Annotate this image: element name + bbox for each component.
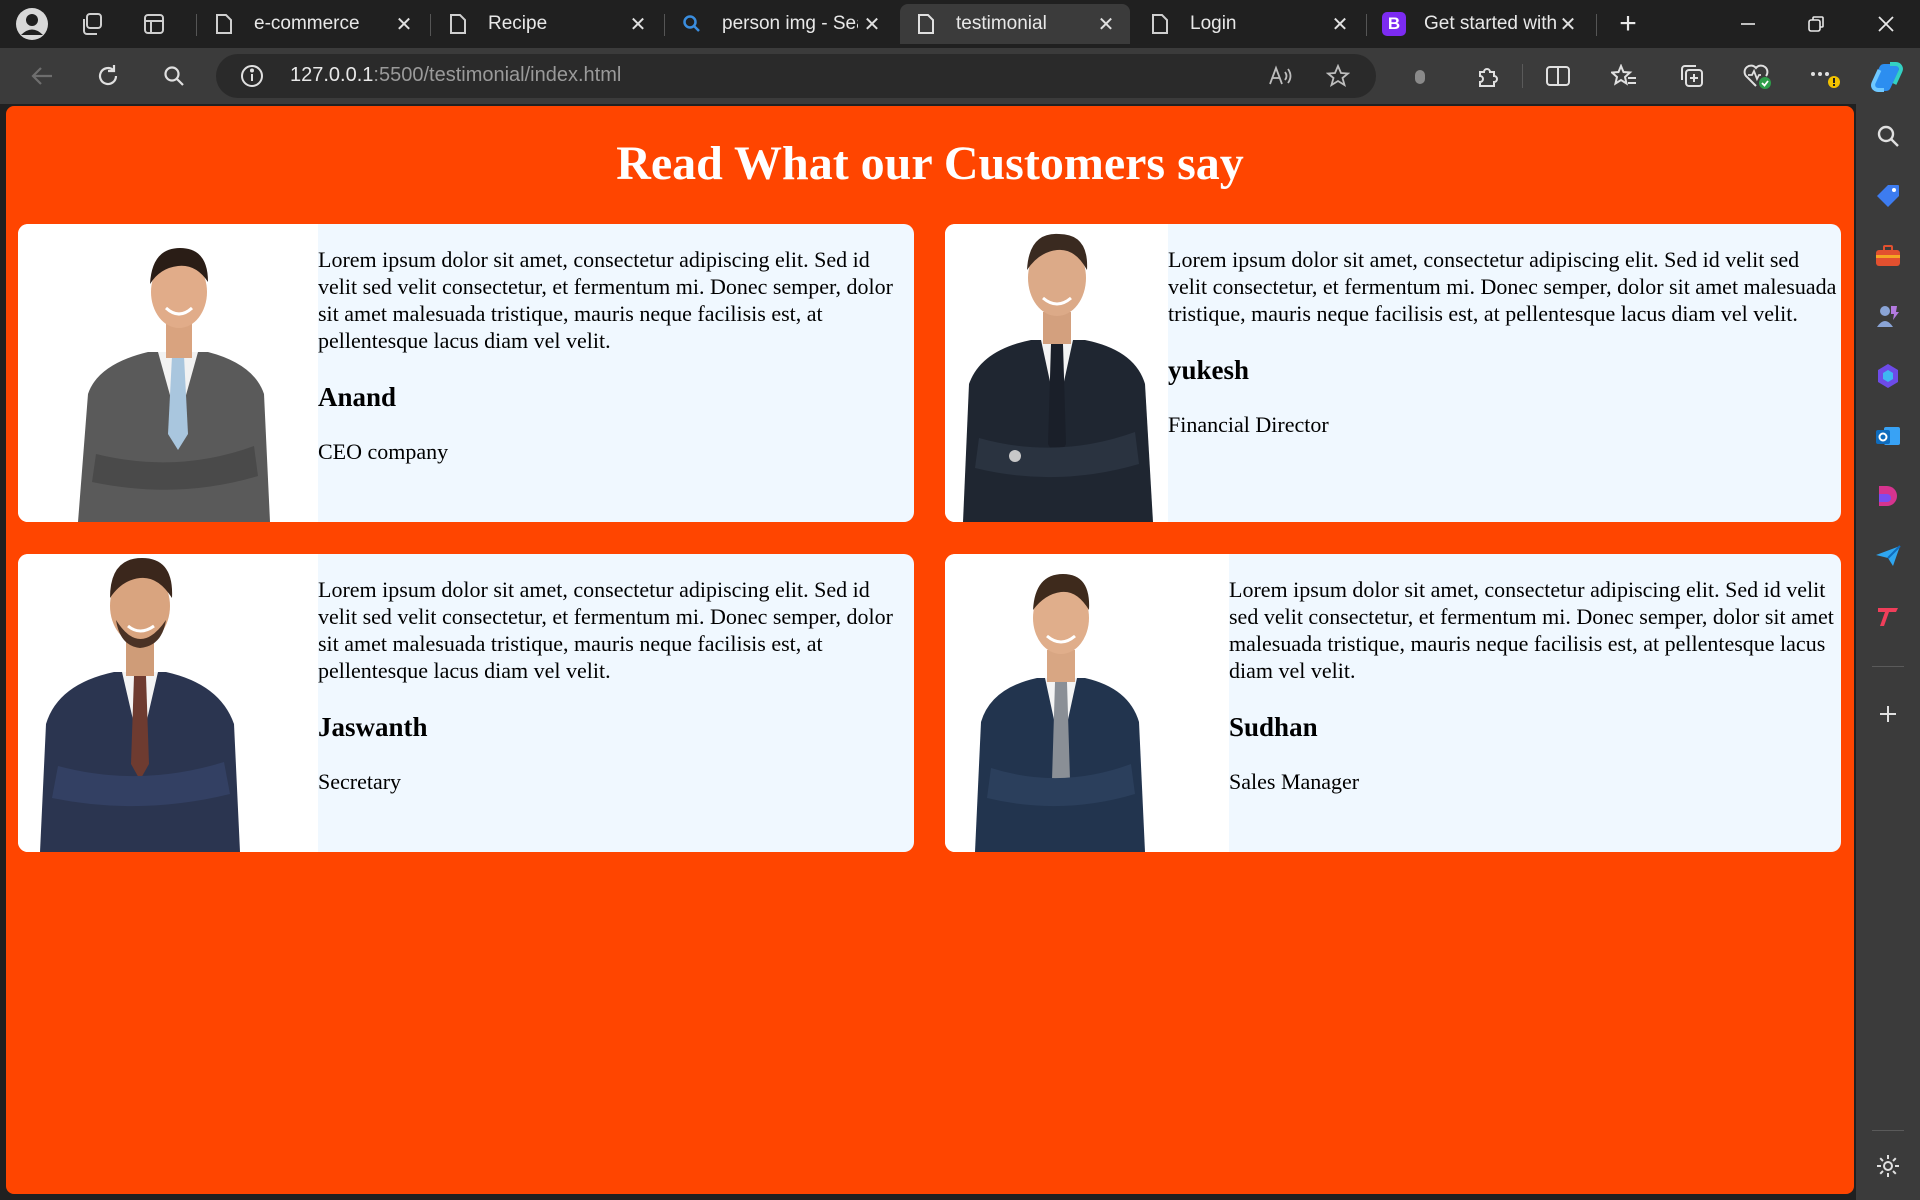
read-aloud-icon[interactable] xyxy=(1268,64,1294,93)
person-photo xyxy=(18,224,318,522)
tab-testimonial[interactable]: testimonial ✕ xyxy=(900,4,1130,44)
tab-recipe[interactable]: Recipe ✕ xyxy=(432,4,662,44)
page-icon xyxy=(446,12,470,36)
testimonial-text: Lorem ipsum dolor sit amet, consectetur … xyxy=(1168,246,1841,438)
favorites-icon[interactable] xyxy=(1606,58,1642,94)
new-tab-button[interactable]: + xyxy=(1610,6,1646,42)
customer-name: Anand xyxy=(318,382,397,412)
tab-e-commerce[interactable]: e-commerce ✕ xyxy=(198,4,428,44)
testimonial-quote: Lorem ipsum dolor sit amet, consectetur … xyxy=(1168,247,1837,326)
extensions-puzzle-icon[interactable] xyxy=(1470,58,1506,94)
testimonial-card: Lorem ipsum dolor sit amet, consectetur … xyxy=(945,554,1841,852)
close-icon[interactable]: ✕ xyxy=(392,12,416,36)
navigation-toolbar: 127.0.0.1:5500/testimonial/index.html xyxy=(0,48,1920,104)
testimonial-text: Lorem ipsum dolor sit amet, consectetur … xyxy=(318,576,914,795)
workspaces-icon[interactable] xyxy=(74,6,110,42)
favorite-star-icon[interactable] xyxy=(1325,63,1351,93)
send-icon[interactable] xyxy=(1870,538,1906,574)
testimonial-card: Lorem ipsum dolor sit amet, consectetur … xyxy=(945,224,1841,522)
tools-briefcase-icon[interactable] xyxy=(1870,238,1906,274)
tab-title: testimonial xyxy=(956,13,1047,34)
person-photo xyxy=(945,224,1168,522)
tab-get-started[interactable]: B Get started with ✕ xyxy=(1368,4,1592,44)
customer-role: Sales Manager xyxy=(1229,769,1360,794)
testimonial-quote: Lorem ipsum dolor sit amet, consectetur … xyxy=(318,577,893,683)
testimonial-text: Lorem ipsum dolor sit amet, consectetur … xyxy=(1229,576,1841,795)
add-sidebar-app-icon[interactable] xyxy=(1870,696,1906,732)
tab-title: Login xyxy=(1190,13,1237,34)
back-icon[interactable] xyxy=(24,58,60,94)
more-options-icon[interactable] xyxy=(1806,58,1842,94)
testimonial-quote: Lorem ipsum dolor sit amet, consectetur … xyxy=(318,247,893,353)
outlook-icon[interactable] xyxy=(1870,418,1906,454)
page-icon xyxy=(1148,12,1172,36)
sidebar-search-icon[interactable] xyxy=(1870,118,1906,154)
tab-person-img-search[interactable]: person img - Sea ✕ xyxy=(666,4,896,44)
edge-sidebar xyxy=(1856,104,1920,1200)
tab-actions-icon[interactable] xyxy=(136,6,172,42)
minimize-button[interactable] xyxy=(1718,0,1778,48)
collections-icon[interactable] xyxy=(1674,58,1710,94)
tab-title: Recipe xyxy=(488,13,548,34)
address-bar[interactable]: 127.0.0.1:5500/testimonial/index.html xyxy=(216,54,1376,98)
restore-button[interactable] xyxy=(1786,0,1846,48)
close-icon[interactable]: ✕ xyxy=(860,12,884,36)
microsoft-365-icon[interactable] xyxy=(1870,358,1906,394)
customer-name: Jaswanth xyxy=(318,712,428,742)
tab-title: person img - Sea xyxy=(722,13,858,34)
site-info-icon[interactable] xyxy=(240,64,264,93)
customer-role: CEO company xyxy=(318,439,449,464)
page-icon xyxy=(212,12,236,36)
copilot-icon[interactable] xyxy=(1866,56,1908,98)
tab-title: e-commerce xyxy=(254,13,360,34)
tab-login[interactable]: Login ✕ xyxy=(1134,4,1364,44)
profile-icon[interactable] xyxy=(14,6,50,42)
games-icon[interactable] xyxy=(1870,298,1906,334)
close-icon[interactable]: ✕ xyxy=(1556,12,1580,36)
app-t-icon[interactable] xyxy=(1870,598,1906,634)
search-icon[interactable] xyxy=(156,58,192,94)
page-title: Read What our Customers say xyxy=(616,137,1244,190)
close-window-button[interactable] xyxy=(1856,0,1916,48)
page-icon xyxy=(914,12,938,36)
customer-role: Financial Director xyxy=(1168,412,1329,437)
url-text[interactable]: 127.0.0.1:5500/testimonial/index.html xyxy=(290,64,621,87)
split-screen-icon[interactable] xyxy=(1540,58,1576,94)
testimonial-card: Lorem ipsum dolor sit amet, consectetur … xyxy=(18,554,914,852)
person-photo xyxy=(945,554,1229,852)
shopping-tag-icon[interactable] xyxy=(1870,178,1906,214)
close-icon[interactable]: ✕ xyxy=(626,12,650,36)
testimonial-text: Lorem ipsum dolor sit amet, consectetur … xyxy=(318,246,914,465)
tab-bar: e-commerce ✕ Recipe ✕ person img - Sea ✕… xyxy=(0,0,1920,48)
customer-name: Sudhan xyxy=(1229,712,1318,742)
page-viewport: Read What our Customers say Lorem ipsum … xyxy=(6,106,1854,1194)
close-icon[interactable]: ✕ xyxy=(1328,12,1352,36)
extension-icon[interactable] xyxy=(1402,58,1438,94)
testimonial-quote: Lorem ipsum dolor sit amet, consectetur … xyxy=(1229,577,1834,683)
bootstrap-icon: B xyxy=(1382,12,1406,36)
person-photo xyxy=(18,554,318,852)
customer-name: yukesh xyxy=(1168,355,1250,385)
sidebar-settings-gear-icon[interactable] xyxy=(1870,1148,1906,1184)
customer-role: Secretary xyxy=(318,769,402,794)
close-icon[interactable]: ✕ xyxy=(1094,12,1118,36)
tab-title: Get started with xyxy=(1424,13,1558,34)
testimonial-card: Lorem ipsum dolor sit amet, consectetur … xyxy=(18,224,914,522)
designer-icon[interactable] xyxy=(1870,478,1906,514)
refresh-icon[interactable] xyxy=(90,58,126,94)
search-icon xyxy=(680,12,704,36)
browser-essentials-icon[interactable] xyxy=(1740,58,1776,94)
